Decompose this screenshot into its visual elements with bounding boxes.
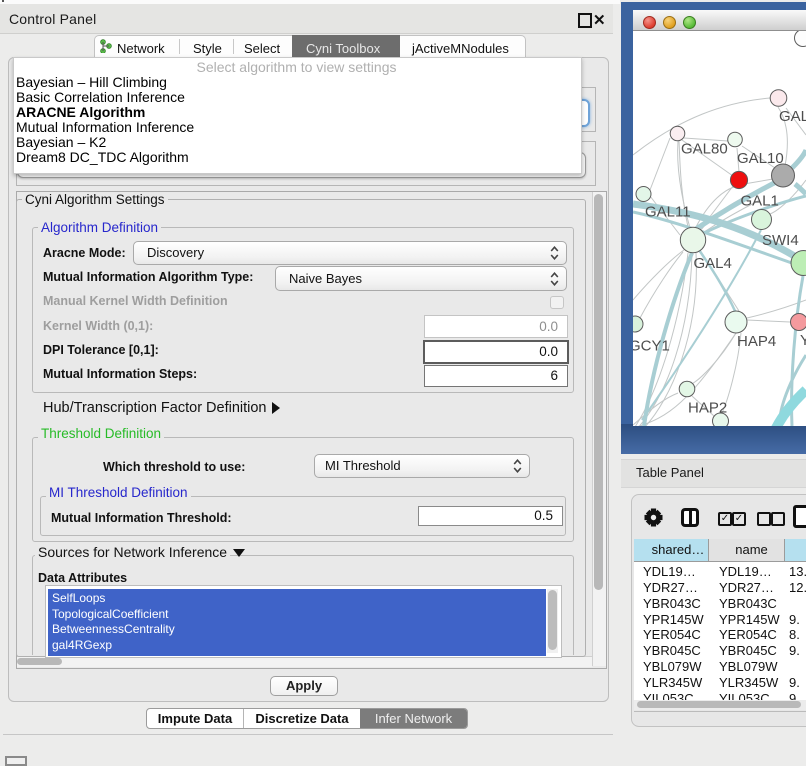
- svg-text:GAL10: GAL10: [737, 150, 784, 167]
- svg-text:GCY1: GCY1: [633, 338, 670, 355]
- svg-text:GAL11: GAL11: [645, 204, 691, 221]
- svg-text:HAP2: HAP2: [688, 400, 727, 417]
- svg-text:GAL1: GAL1: [741, 193, 779, 210]
- svg-text:HAP4: HAP4: [737, 333, 776, 350]
- svg-text:GAL80: GAL80: [681, 141, 728, 158]
- svg-text:SWI4: SWI4: [762, 232, 799, 249]
- svg-text:GAL7: GAL7: [779, 108, 806, 125]
- svg-text:GAL4: GAL4: [694, 255, 732, 272]
- svg-text:YPL: YPL: [800, 332, 806, 349]
